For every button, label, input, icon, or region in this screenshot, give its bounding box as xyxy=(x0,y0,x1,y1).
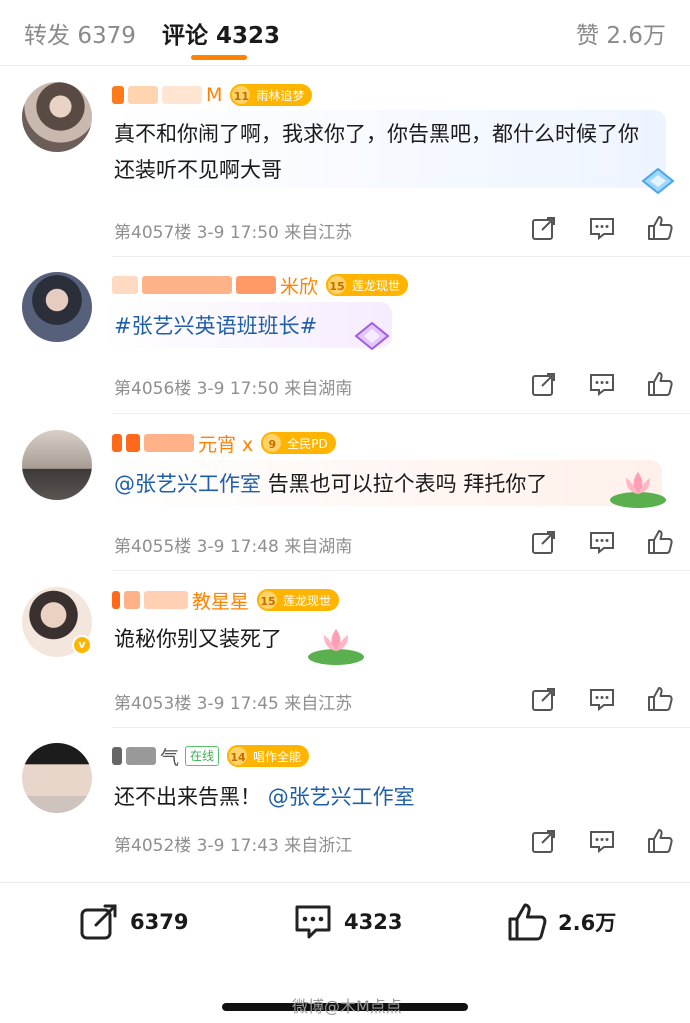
lotus-icon xyxy=(308,629,364,665)
comment-meta: 第4052楼 3-9 17:43 来自浙江 xyxy=(114,836,353,856)
avatar[interactable] xyxy=(22,272,92,342)
lotus-icon xyxy=(610,472,666,508)
repost-button[interactable]: 6379 xyxy=(78,901,188,943)
comment-item[interactable]: v 教星星 15 莲龙现世 诡秘你别又装死了 第4053楼 3-9 17:45 … xyxy=(0,587,690,727)
fan-level-badge[interactable]: 14 唱作全能 xyxy=(227,745,310,767)
comment-icon xyxy=(295,905,331,939)
comment-item[interactable]: 元宵 x 9 全民PD @张艺兴工作室 告黑也可以拉个表吗 拜托你了 第4055… xyxy=(0,430,690,570)
tab-repost[interactable]: 转发 6379 xyxy=(24,16,136,50)
fan-level-badge[interactable]: 15 莲龙现世 xyxy=(326,274,409,296)
tab-like[interactable]: 赞 2.6万 xyxy=(576,16,666,50)
like-icon xyxy=(508,903,547,941)
divider xyxy=(112,413,690,414)
comment-text: 还不出来告黑！ @张艺兴工作室 xyxy=(114,785,415,809)
fan-level-badge[interactable]: 15 莲龙现世 xyxy=(257,589,340,611)
comment-item[interactable]: 米欣 15 莲龙现世 #张艺兴英语班班长# 第4056楼 3-9 17:50 来… xyxy=(0,272,690,412)
comment-meta: 第4053楼 3-9 17:45 来自江苏 xyxy=(114,694,353,714)
username-text: M xyxy=(206,84,223,106)
like-button[interactable]: 2.6万 xyxy=(506,901,616,943)
share-icon[interactable] xyxy=(530,370,558,398)
mention-link[interactable]: @张艺兴工作室 xyxy=(114,472,261,496)
online-badge: 在线 xyxy=(185,746,220,766)
comment-icon[interactable] xyxy=(588,827,616,855)
comment-actions xyxy=(530,214,674,242)
comment-actions xyxy=(530,528,674,556)
username-text: 元宵 x xyxy=(198,433,254,456)
avatar[interactable] xyxy=(22,743,92,813)
comment-icon[interactable] xyxy=(588,528,616,556)
comment-actions xyxy=(530,827,674,855)
comment-text: @张艺兴工作室 告黑也可以拉个表吗 拜托你了 xyxy=(114,472,548,496)
divider xyxy=(112,727,690,728)
like-icon[interactable] xyxy=(646,370,674,398)
like-icon[interactable] xyxy=(646,528,674,556)
share-icon[interactable] xyxy=(530,685,558,713)
mention-link[interactable]: @张艺兴工作室 xyxy=(268,785,415,809)
avatar[interactable] xyxy=(22,430,92,500)
comment-item[interactable]: 气 在线 14 唱作全能 还不出来告黑！ @张艺兴工作室 第4052楼 3-9 … xyxy=(0,743,690,873)
verified-badge-icon: v xyxy=(72,635,92,655)
comment-icon[interactable] xyxy=(588,214,616,242)
like-icon[interactable] xyxy=(646,214,674,242)
comment-button[interactable]: 4323 xyxy=(292,901,402,943)
avatar[interactable] xyxy=(22,82,92,152)
comment-meta: 第4055楼 3-9 17:48 来自湖南 xyxy=(114,537,353,557)
comment-meta: 第4056楼 3-9 17:50 来自湖南 xyxy=(114,379,353,399)
comment-text: 诡秘你别又装死了 xyxy=(114,627,282,651)
username-text: 气 xyxy=(160,746,180,769)
comment-actions xyxy=(530,370,674,398)
diamond-icon xyxy=(641,167,675,195)
diamond-icon xyxy=(354,321,390,351)
username[interactable]: 元宵 x 9 全民PD xyxy=(112,430,336,456)
share-icon[interactable] xyxy=(530,528,558,556)
comment-icon[interactable] xyxy=(588,685,616,713)
share-icon[interactable] xyxy=(530,214,558,242)
share-icon[interactable] xyxy=(530,827,558,855)
comment-location: 来自江苏 xyxy=(284,223,353,243)
username-text: 米欣 xyxy=(280,275,319,298)
divider xyxy=(112,570,690,571)
share-icon xyxy=(80,904,117,940)
like-icon[interactable] xyxy=(646,827,674,855)
watermark: 微博@木M点点 xyxy=(292,997,402,1016)
comment-text: 真不和你闹了啊，我求你了，你告黑吧，都什么时候了你还装听不见啊大哥 xyxy=(114,122,639,182)
active-tab-indicator xyxy=(191,55,247,60)
username[interactable]: M 11 雨林追梦 xyxy=(112,82,313,108)
comment-icon[interactable] xyxy=(588,370,616,398)
comment-item[interactable]: M 11 雨林追梦 真不和你闹了啊，我求你了，你告黑吧，都什么时候了你还装听不见… xyxy=(0,82,690,252)
username[interactable]: 米欣 15 莲龙现世 xyxy=(112,272,409,298)
username-text: 教星星 xyxy=(192,590,250,613)
comment-time: 3-9 17:50 xyxy=(196,223,279,243)
username[interactable]: 气 在线 14 唱作全能 xyxy=(112,743,310,769)
fan-level-badge[interactable]: 9 全民PD xyxy=(261,432,336,454)
tab-bar: 转发 6379 评论 4323 赞 2.6万 xyxy=(0,0,690,66)
floor-number: 第4057楼 xyxy=(114,223,192,243)
tab-comment[interactable]: 评论 4323 xyxy=(162,16,280,50)
fan-level-badge[interactable]: 11 雨林追梦 xyxy=(230,84,313,106)
comment-actions xyxy=(530,685,674,713)
divider xyxy=(112,256,690,257)
comment-meta: 第4057楼 3-9 17:50 来自江苏 xyxy=(114,218,352,243)
like-icon[interactable] xyxy=(646,685,674,713)
username[interactable]: 教星星 15 莲龙现世 xyxy=(112,587,340,613)
